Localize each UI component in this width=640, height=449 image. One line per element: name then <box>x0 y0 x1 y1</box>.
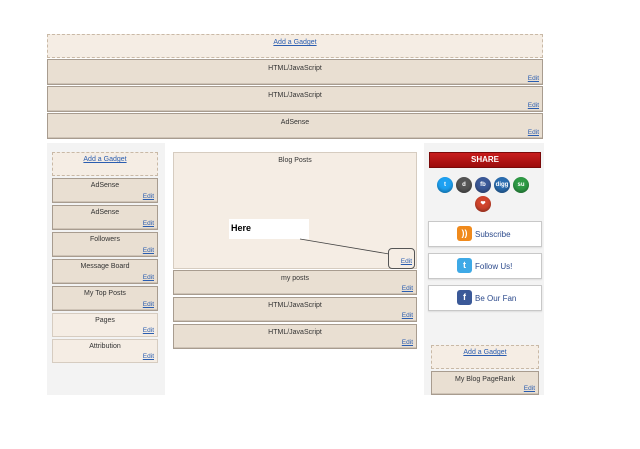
edit-link[interactable]: Edit <box>143 220 154 227</box>
facebook-icon[interactable]: fb <box>475 177 491 193</box>
gadget-title: HTML/JavaScript <box>268 65 322 72</box>
edit-callout-circle <box>388 248 415 269</box>
subscribe-button[interactable]: )) Subscribe <box>428 221 542 247</box>
gadget-title: AdSense <box>90 209 120 216</box>
blog-posts-title: Blog Posts <box>278 157 312 164</box>
gadget-title: My Top Posts <box>84 290 126 297</box>
top-gadget-html-javascript-1: HTML/JavaScript Edit <box>47 59 543 85</box>
edit-link[interactable]: Edit <box>143 247 154 254</box>
gadget-title: HTML/JavaScript <box>268 302 322 309</box>
main-gadget-my-posts: my posts Edit <box>173 270 417 295</box>
left-gadget-followers: Followers Edit <box>52 232 158 257</box>
subscribe-label: Subscribe <box>475 230 511 239</box>
edit-link[interactable]: Edit <box>402 285 413 292</box>
left-gadget-adsense-1: AdSense Edit <box>52 178 158 203</box>
gadget-title: My Blog PageRank <box>455 376 515 383</box>
edit-link[interactable]: Edit <box>524 385 535 392</box>
gadget-title: Pages <box>95 317 115 324</box>
top-gadget-adsense: AdSense Edit <box>47 113 543 139</box>
edit-link[interactable]: Edit <box>143 301 154 308</box>
gadget-title: HTML/JavaScript <box>268 92 322 99</box>
top-gadget-html-javascript-2: HTML/JavaScript Edit <box>47 86 543 112</box>
here-annotation: Here <box>229 219 309 239</box>
edit-link[interactable]: Edit <box>528 129 539 136</box>
left-add-gadget-link[interactable]: Add a Gadget <box>52 152 158 176</box>
facebook-icon: f <box>457 290 472 305</box>
edit-link[interactable]: Edit <box>402 339 413 346</box>
left-gadget-pages: Pages Edit <box>52 313 158 337</box>
left-gadget-adsense-2: AdSense Edit <box>52 205 158 230</box>
right-add-gadget-link[interactable]: Add a Gadget <box>431 345 539 369</box>
gadget-title: Attribution <box>89 343 121 350</box>
edit-link[interactable]: Edit <box>528 75 539 82</box>
main-gadget-html-javascript-2: HTML/JavaScript Edit <box>173 324 417 349</box>
edit-link[interactable]: Edit <box>143 353 154 360</box>
gadget-title: Followers <box>90 236 120 243</box>
edit-link[interactable]: Edit <box>143 327 154 334</box>
twitter-icon: t <box>457 258 472 273</box>
edit-link[interactable]: Edit <box>143 193 154 200</box>
twitter-icon[interactable]: t <box>437 177 453 193</box>
right-gadget-pagerank: My Blog PageRank Edit <box>431 371 539 395</box>
edit-link[interactable]: Edit <box>143 274 154 281</box>
be-our-fan-label: Be Our Fan <box>475 294 517 303</box>
delicious-icon[interactable]: d <box>456 177 472 193</box>
rss-icon: )) <box>457 226 472 241</box>
share-button[interactable]: SHARE <box>429 152 541 168</box>
follow-us-button[interactable]: t Follow Us! <box>428 253 542 279</box>
left-gadget-my-top-posts: My Top Posts Edit <box>52 286 158 311</box>
edit-link[interactable]: Edit <box>402 312 413 319</box>
left-gadget-message-board: Message Board Edit <box>52 259 158 284</box>
stumbleupon-icon[interactable]: su <box>513 177 529 193</box>
left-gadget-attribution: Attribution Edit <box>52 339 158 363</box>
gadget-title: AdSense <box>90 182 120 189</box>
follow-us-label: Follow Us! <box>475 262 513 271</box>
top-add-gadget-link[interactable]: Add a Gadget <box>47 34 543 58</box>
main-gadget-html-javascript-1: HTML/JavaScript Edit <box>173 297 417 322</box>
gadget-title: AdSense <box>280 119 310 126</box>
be-our-fan-button[interactable]: f Be Our Fan <box>428 285 542 311</box>
edit-link[interactable]: Edit <box>528 102 539 109</box>
gadget-title: HTML/JavaScript <box>268 329 322 336</box>
gadget-title: my posts <box>280 275 309 282</box>
gadget-title: Message Board <box>80 263 130 270</box>
blog-posts-gadget: Blog Posts Edit <box>173 152 417 269</box>
digg-icon[interactable]: digg <box>494 177 510 193</box>
favorite-icon[interactable]: ❤ <box>475 196 491 212</box>
